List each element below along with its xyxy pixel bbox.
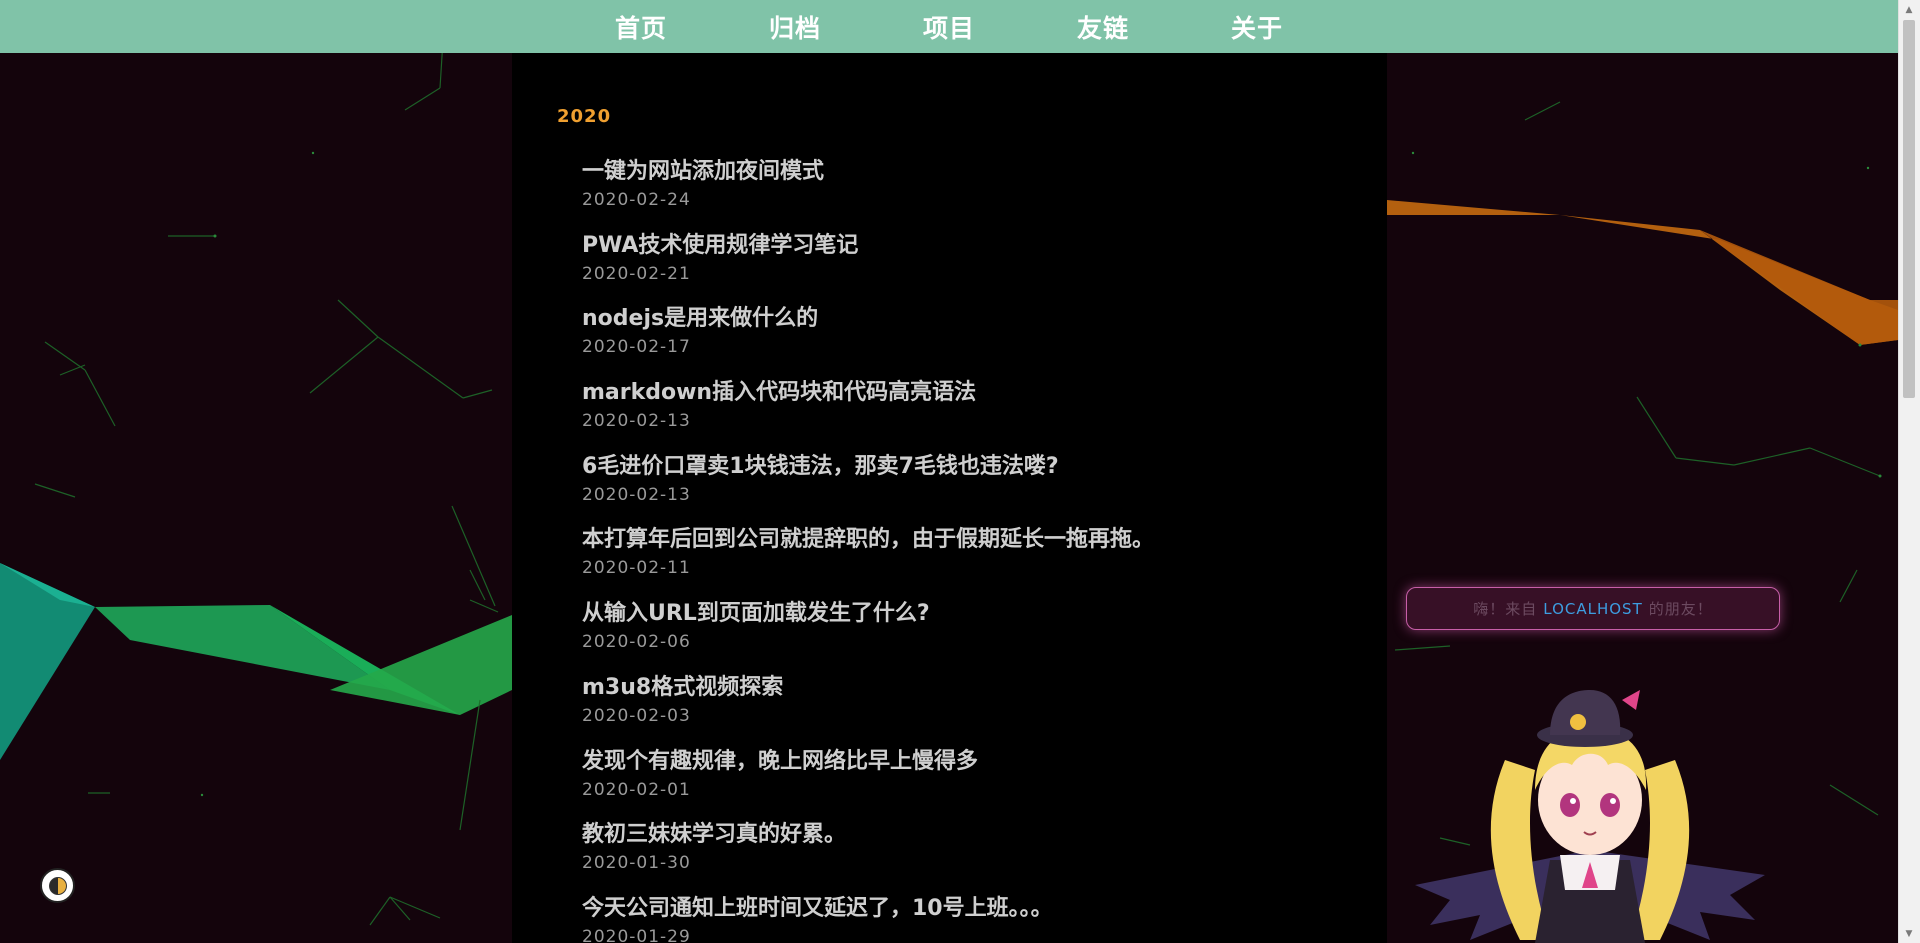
list-item: m3u8格式视频探索 2020-02-03 — [582, 673, 1362, 747]
post-title-link[interactable]: nodejs是用来做什么的 — [582, 304, 818, 334]
post-date: 2020-02-24 — [582, 190, 691, 210]
post-title-link[interactable]: 发现个有趣规律，晚上网络比早上慢得多 — [582, 747, 978, 777]
list-item: 6毛进价口罩卖1块钱违法，那卖7毛钱也违法喽? 2020-02-13 — [582, 452, 1362, 526]
post-date: 2020-02-06 — [582, 632, 691, 653]
nav-item-friend-links[interactable]: 友链 — [1026, 9, 1180, 45]
post-date: 2020-01-30 — [582, 853, 691, 874]
theme-toggle-button[interactable] — [40, 868, 75, 903]
greeting-host: LOCALHOST — [1543, 599, 1643, 618]
mascot-greeting-bubble: 嗨！来自 LOCALHOST 的朋友！ — [1406, 587, 1780, 630]
post-title-link[interactable]: PWA技术使用规律学习笔记 — [582, 231, 858, 261]
archive-year-heading: 2020 — [557, 106, 612, 127]
post-date: 2020-02-03 — [582, 705, 691, 726]
list-item: markdown插入代码块和代码高亮语法 2020-02-13 — [582, 378, 1362, 452]
top-navigation: 首页 归档 项目 友链 关于 — [0, 0, 1898, 53]
post-date: 2020-02-13 — [582, 484, 691, 505]
mascot-character[interactable] — [1410, 650, 1770, 943]
archive-content: 2020 一键为网站添加夜间模式 2020-02-24 PWA技术使用规律学习笔… — [512, 53, 1387, 943]
scroll-up-arrow-icon[interactable]: ▲ — [1903, 4, 1915, 16]
post-title-link[interactable]: 今天公司通知上班时间又延迟了，10号上班。。。 — [582, 894, 1053, 924]
nav-item-home[interactable]: 首页 — [564, 9, 718, 45]
post-list: 一键为网站添加夜间模式 2020-02-24 PWA技术使用规律学习笔记 202… — [582, 157, 1362, 943]
post-date: 2020-02-21 — [582, 263, 691, 284]
post-date: 2020-01-29 — [582, 926, 691, 943]
list-item: nodejs是用来做什么的 2020-02-17 — [582, 304, 1362, 378]
post-title-link[interactable]: markdown插入代码块和代码高亮语法 — [582, 378, 976, 408]
list-item: 教初三妹妹学习真的好累。 2020-01-30 — [582, 820, 1362, 894]
greeting-suffix: 的朋友！ — [1648, 600, 1713, 618]
post-title-link[interactable]: 一键为网站添加夜间模式 — [582, 157, 824, 187]
post-date: 2020-02-17 — [582, 337, 691, 358]
post-title-link[interactable]: 本打算年后回到公司就提辞职的，由于假期延长一拖再拖。 — [582, 525, 1154, 555]
list-item: 今天公司通知上班时间又延迟了，10号上班。。。 2020-01-29 — [582, 894, 1362, 943]
nav-item-projects[interactable]: 项目 — [872, 9, 1026, 45]
day-night-toggle-icon — [48, 876, 67, 895]
list-item: 本打算年后回到公司就提辞职的，由于假期延长一拖再拖。 2020-02-11 — [582, 525, 1362, 599]
greeting-prefix: 嗨！来自 — [1473, 600, 1538, 618]
post-title-link[interactable]: 从输入URL到页面加载发生了什么? — [582, 599, 930, 629]
post-date: 2020-02-13 — [582, 411, 691, 432]
list-item: 一键为网站添加夜间模式 2020-02-24 — [582, 157, 1362, 231]
list-item: 从输入URL到页面加载发生了什么? 2020-02-06 — [582, 599, 1362, 673]
post-title-link[interactable]: m3u8格式视频探索 — [582, 673, 783, 703]
post-date: 2020-02-01 — [582, 779, 691, 800]
list-item: PWA技术使用规律学习笔记 2020-02-21 — [582, 231, 1362, 305]
post-title-link[interactable]: 6毛进价口罩卖1块钱违法，那卖7毛钱也违法喽? — [582, 452, 1059, 482]
scroll-down-arrow-icon[interactable]: ▼ — [1903, 928, 1915, 940]
nav-item-archive[interactable]: 归档 — [718, 9, 872, 45]
list-item: 发现个有趣规律，晚上网络比早上慢得多 2020-02-01 — [582, 747, 1362, 821]
nav-item-about[interactable]: 关于 — [1180, 9, 1334, 45]
post-date: 2020-02-11 — [582, 558, 691, 579]
scrollbar-thumb[interactable] — [1903, 20, 1915, 398]
post-title-link[interactable]: 教初三妹妹学习真的好累。 — [582, 820, 846, 850]
